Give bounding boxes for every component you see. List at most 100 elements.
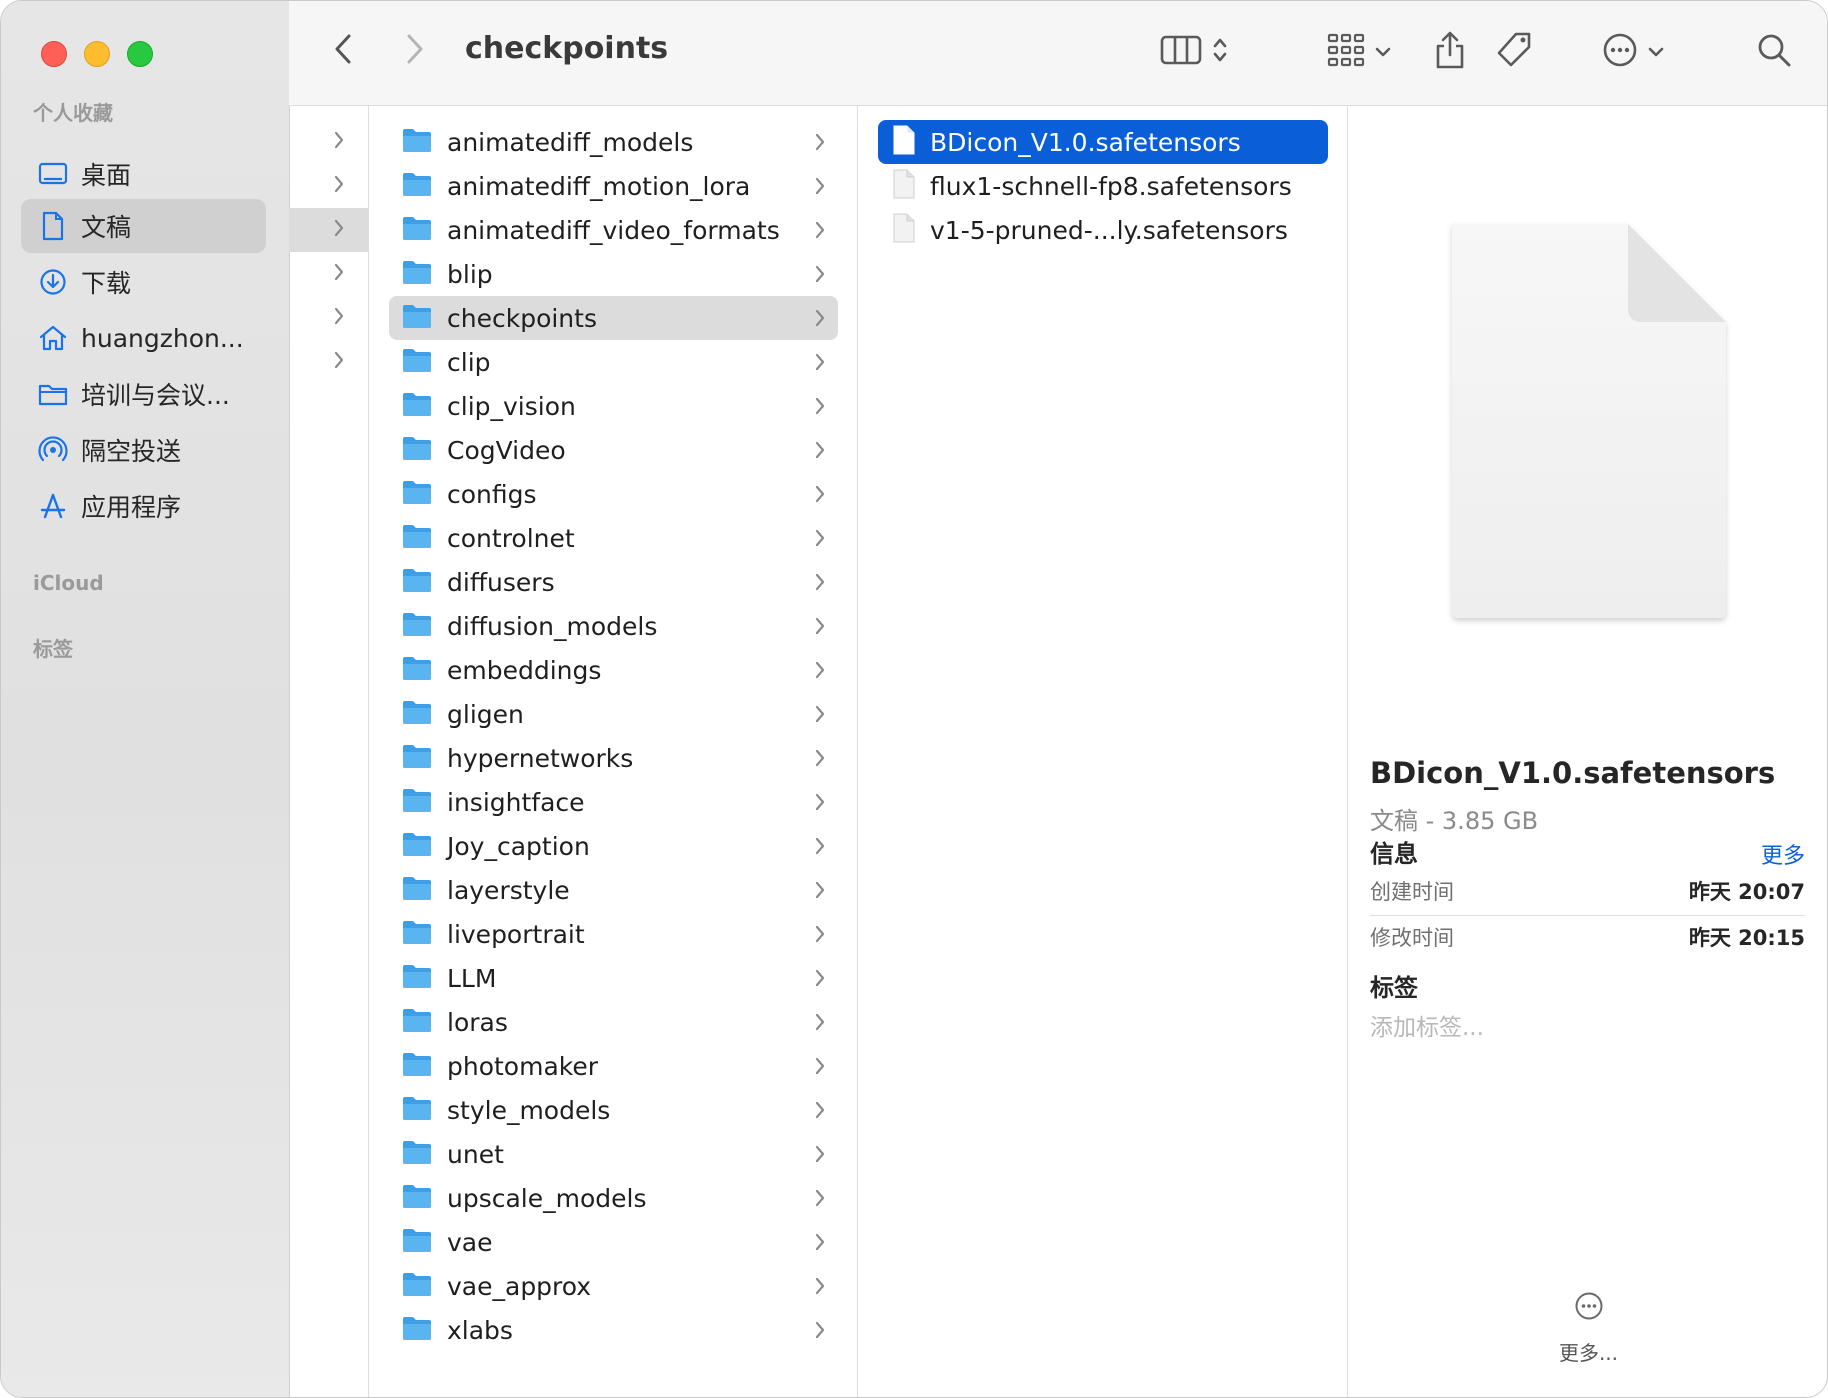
folder-row[interactable]: clip_vision <box>389 384 838 428</box>
sidebar-item-desktop[interactable]: 桌面 <box>21 147 266 201</box>
tag-button[interactable] <box>1489 27 1539 77</box>
folder-row[interactable]: blip <box>389 252 838 296</box>
folder-row[interactable]: controlnet <box>389 516 838 560</box>
folder-icon <box>401 611 433 641</box>
folder-row[interactable]: unet <box>389 1132 838 1176</box>
folder-row[interactable]: animatediff_motion_lora <box>389 164 838 208</box>
folder-name: photomaker <box>447 1051 599 1081</box>
folder-row[interactable]: animatediff_models <box>389 120 838 164</box>
folder-row[interactable]: configs <box>389 472 838 516</box>
sidebar-item-home[interactable]: huangzhon... <box>21 311 266 365</box>
folder-icon <box>401 171 433 201</box>
folder-icon <box>401 743 433 773</box>
group-button[interactable] <box>1319 29 1399 75</box>
chevron-right-icon <box>814 132 826 156</box>
sidebar-item-documents[interactable]: 文稿 <box>21 199 266 253</box>
chevron-right-icon <box>814 1100 826 1124</box>
close-window-button[interactable] <box>41 41 67 67</box>
parent-column-row[interactable] <box>289 164 369 208</box>
chevron-right-icon <box>333 174 345 198</box>
folder-row[interactable]: photomaker <box>389 1044 838 1088</box>
folder-row[interactable]: animatediff_video_formats <box>389 208 838 252</box>
folder-icon <box>401 1007 433 1037</box>
folder-row[interactable]: loras <box>389 1000 838 1044</box>
more-options-button[interactable]: 更多... <box>1348 1291 1827 1366</box>
parent-column-row[interactable] <box>289 252 369 296</box>
add-tags-field[interactable]: 添加标签... <box>1370 1008 1484 1042</box>
sidebar-item-downloads[interactable]: 下载 <box>21 255 266 309</box>
folder-row[interactable]: clip <box>389 340 838 384</box>
file-name: BDicon_V1.0.safetensors <box>930 127 1241 157</box>
folder-icon <box>401 259 433 289</box>
folder-row[interactable]: style_models <box>389 1088 838 1132</box>
folder-row[interactable]: Joy_caption <box>389 824 838 868</box>
view-mode-button[interactable] <box>1149 29 1239 75</box>
chevron-down-icon <box>1375 43 1391 62</box>
parent-column-row[interactable] <box>289 208 369 252</box>
sidebar-item-label: 文稿 <box>81 213 132 242</box>
parent-column-row[interactable] <box>289 296 369 340</box>
search-button[interactable] <box>1749 27 1799 77</box>
chevron-right-icon <box>814 1012 826 1036</box>
chevron-right-icon <box>333 218 345 242</box>
file-row[interactable]: flux1-schnell-fp8.safetensors <box>878 164 1328 208</box>
folder-icon <box>37 378 69 410</box>
file-row[interactable]: v1-5-pruned-...ly.safetensors <box>878 208 1328 252</box>
icloud-header[interactable]: iCloud <box>33 571 104 595</box>
tags-section-header: 标签 <box>1370 974 1418 1002</box>
forward-button[interactable] <box>397 31 433 71</box>
folder-row[interactable]: diffusers <box>389 560 838 604</box>
folder-row[interactable]: upscale_models <box>389 1176 838 1220</box>
folder-row[interactable]: vae <box>389 1220 838 1264</box>
folder-row[interactable]: vae_approx <box>389 1264 838 1308</box>
sidebar-item-airdrop[interactable]: 隔空投送 <box>21 423 266 477</box>
parent-column-row[interactable] <box>289 120 369 164</box>
folder-name: controlnet <box>447 523 575 553</box>
back-button[interactable] <box>325 31 361 71</box>
folder-icon <box>401 655 433 685</box>
grid-group-icon <box>1327 33 1365 71</box>
chevron-right-icon <box>814 352 826 376</box>
chevron-left-icon <box>334 33 352 69</box>
tags-header[interactable]: 标签 <box>33 633 73 662</box>
folder-name: vae <box>447 1227 493 1257</box>
folder-row[interactable]: xlabs <box>389 1308 838 1352</box>
folder-icon <box>401 127 433 157</box>
folder-row[interactable]: CogVideo <box>389 428 838 472</box>
folder-icon <box>401 1227 433 1257</box>
folder-row[interactable]: layerstyle <box>389 868 838 912</box>
folder-name: clip <box>447 347 491 377</box>
updown-chevron-icon <box>1212 36 1228 68</box>
zoom-window-button[interactable] <box>127 41 153 67</box>
file-row[interactable]: BDicon_V1.0.safetensors <box>878 120 1328 164</box>
folder-row[interactable]: insightface <box>389 780 838 824</box>
folder-name: gligen <box>447 699 524 729</box>
file-name: v1-5-pruned-...ly.safetensors <box>930 215 1288 245</box>
folder-icon <box>401 435 433 465</box>
folder-row[interactable]: embeddings <box>389 648 838 692</box>
more-actions-button[interactable] <box>1593 27 1673 77</box>
folder-row[interactable]: LLM <box>389 956 838 1000</box>
chevron-right-icon <box>814 220 826 244</box>
sidebar-item-training-folder[interactable]: 培训与会议... <box>21 367 266 421</box>
minimize-window-button[interactable] <box>84 41 110 67</box>
folder-icon <box>401 699 433 729</box>
info-more-link[interactable]: 更多 <box>1761 838 1805 870</box>
parent-column-row[interactable] <box>289 340 369 384</box>
chevron-right-icon <box>814 1232 826 1256</box>
file-icon <box>892 169 916 203</box>
folder-row[interactable]: checkpoints <box>389 296 838 340</box>
sidebar-item-applications[interactable]: 应用程序 <box>21 479 266 533</box>
folder-name: blip <box>447 259 493 289</box>
chevron-right-icon <box>814 264 826 288</box>
share-button[interactable] <box>1425 27 1475 77</box>
folder-row[interactable]: diffusion_models <box>389 604 838 648</box>
folder-icon <box>401 523 433 553</box>
folder-name: xlabs <box>447 1315 513 1345</box>
preview-filename: BDicon_V1.0.safetensors <box>1370 756 1776 790</box>
folder-row[interactable]: gligen <box>389 692 838 736</box>
folder-row[interactable]: hypernetworks <box>389 736 838 780</box>
folder-name: configs <box>447 479 537 509</box>
folder-row[interactable]: liveportrait <box>389 912 838 956</box>
folder-name: hypernetworks <box>447 743 634 773</box>
